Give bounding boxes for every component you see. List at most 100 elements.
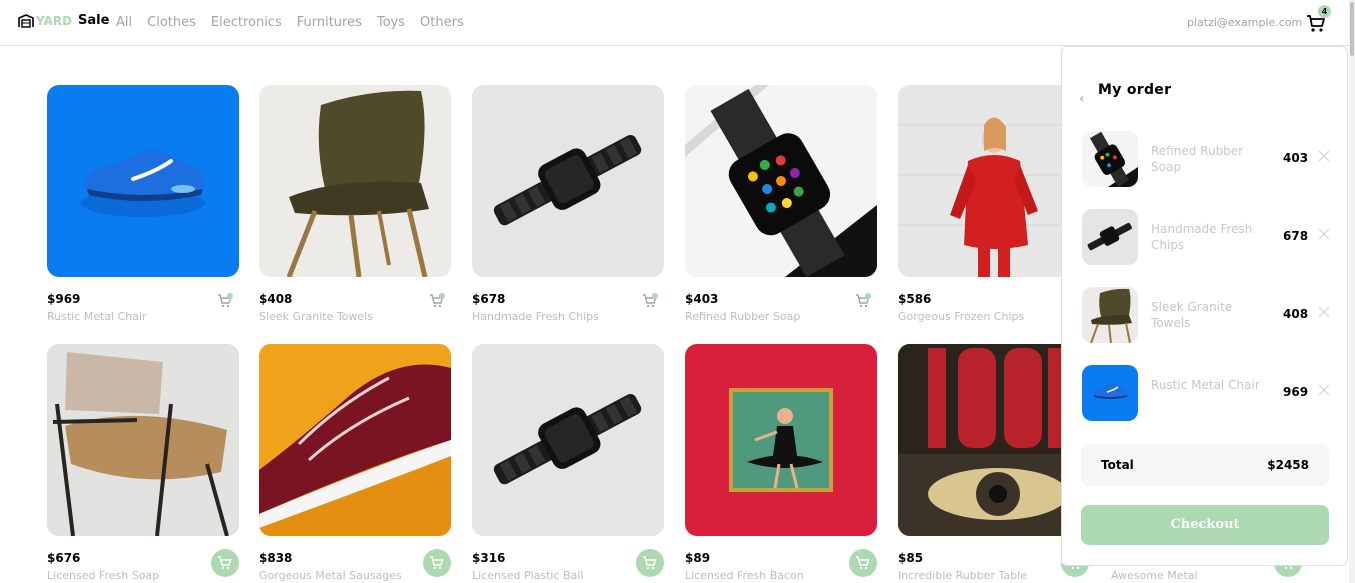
order-item-name: Handmade Fresh Chips	[1151, 222, 1253, 252]
added-to-cart-button[interactable]	[217, 293, 233, 309]
add-to-cart-icon	[856, 556, 870, 570]
add-to-cart-button[interactable]	[211, 549, 239, 577]
remove-item-close-icon[interactable]	[1318, 228, 1330, 240]
product-card[interactable]: $403 Refined Rubber Soap	[685, 85, 878, 323]
added-to-cart-button[interactable]	[642, 293, 658, 309]
order-item: Sleek Granite Towels 408	[1082, 287, 1332, 345]
product-card[interactable]: $678 Handmade Fresh Chips	[472, 85, 665, 323]
order-item: Refined Rubber Soap 403	[1082, 131, 1332, 189]
total-label: Total	[1101, 458, 1134, 472]
add-to-cart-icon	[643, 556, 657, 570]
checkout-button[interactable]: Checkout	[1081, 505, 1329, 545]
product-price: $316	[472, 551, 506, 565]
black-watch-image	[493, 393, 642, 485]
album-cover-image	[729, 388, 833, 492]
add-to-cart-button[interactable]	[849, 549, 877, 577]
store-icon	[18, 13, 34, 28]
product-price: $678	[472, 292, 506, 306]
navbar: YARD Sale All Clothes Electronics Furnit…	[0, 0, 1355, 46]
order-item-name: Rustic Metal Chair	[1151, 378, 1260, 392]
logo[interactable]: YARD Sale	[18, 13, 109, 28]
product-image[interactable]	[472, 344, 664, 536]
add-to-cart-icon	[218, 556, 232, 570]
leather-chair-image	[47, 344, 239, 536]
order-item-thumbnail	[1082, 131, 1138, 187]
added-to-cart-button[interactable]	[429, 293, 445, 309]
total-value: $2458	[1267, 458, 1309, 472]
blue-sneaker-image	[81, 149, 205, 217]
order-item-price: 678	[1283, 229, 1309, 243]
product-name: Gorgeous Frozen Chips	[898, 310, 1025, 323]
order-item-price: 408	[1283, 307, 1309, 321]
product-card[interactable]: $969 Rustic Metal Chair	[47, 85, 240, 323]
scrollbar-track[interactable]	[1349, 0, 1355, 583]
add-to-cart-icon	[430, 556, 444, 570]
order-total: Total $2458	[1081, 444, 1329, 486]
remove-item-close-icon[interactable]	[1318, 384, 1330, 396]
product-card[interactable]: $316 Licensed Plastic Ball	[472, 344, 665, 582]
product-image[interactable]	[47, 344, 239, 536]
order-item-price: 403	[1283, 151, 1309, 165]
product-price: $403	[685, 292, 719, 306]
product-name: Rustic Metal Chair	[47, 310, 147, 323]
cart-check-icon	[856, 293, 871, 308]
product-name: Gorgeous Metal Sausages	[259, 569, 402, 582]
nav-link-toys[interactable]: Toys	[377, 15, 405, 30]
product-name: Handmade Fresh Chips	[472, 310, 599, 323]
nav-link-furnitures[interactable]: Furnitures	[297, 15, 362, 30]
black-watch-image	[493, 134, 642, 226]
product-price: $676	[47, 551, 81, 565]
product-price: $408	[259, 292, 293, 306]
added-to-cart-button[interactable]	[855, 293, 871, 309]
cart-check-icon	[430, 293, 445, 308]
product-image[interactable]	[472, 85, 664, 277]
order-item-thumbnail	[1082, 209, 1138, 265]
brown-chair-image	[286, 90, 429, 277]
nav-link-others[interactable]: Others	[420, 15, 464, 30]
nav-link-electronics[interactable]: Electronics	[211, 15, 282, 30]
order-panel: ‹ My order Refined Rubber Soap 403 Handm…	[1061, 46, 1348, 566]
product-image[interactable]	[259, 344, 451, 536]
product-name: Refined Rubber Soap	[685, 310, 801, 323]
product-name: Incredible Rubber Table	[898, 569, 1027, 582]
product-price: $969	[47, 292, 81, 306]
product-card[interactable]: $89 Licensed Fresh Bacon	[685, 344, 878, 582]
product-price: $586	[898, 292, 932, 306]
remove-item-close-icon[interactable]	[1318, 150, 1330, 162]
cart-check-icon	[218, 293, 233, 308]
blue-sneaker-thumbnail	[1093, 383, 1129, 399]
nav-link-all[interactable]: All	[116, 15, 132, 30]
smart-watch-image	[685, 85, 877, 277]
brown-chair-thumbnail	[1090, 288, 1132, 343]
add-to-cart-button[interactable]	[636, 549, 664, 577]
order-item-name: Sleek Granite Towels	[1151, 300, 1233, 330]
logo-text-sale: Sale	[78, 13, 110, 28]
order-item-price: 969	[1283, 385, 1309, 399]
back-chevron-icon[interactable]: ‹	[1079, 91, 1085, 107]
scrollbar-thumb[interactable]	[1350, 2, 1354, 56]
product-name: Licensed Plastic Ball	[472, 569, 584, 582]
product-price: $85	[898, 551, 924, 565]
order-item: Rustic Metal Chair 969	[1082, 365, 1332, 423]
order-item: Handmade Fresh Chips 678	[1082, 209, 1332, 267]
cart-button[interactable]: 4	[1305, 5, 1331, 34]
product-card[interactable]: $838 Gorgeous Metal Sausages	[259, 344, 452, 582]
cart-check-icon	[643, 293, 658, 308]
cart-count-badge: 4	[1318, 5, 1331, 18]
product-name: Licensed Fresh Soap	[47, 569, 160, 582]
product-image[interactable]	[259, 85, 451, 277]
product-price: $838	[259, 551, 293, 565]
product-name: Awesome Metal	[1111, 569, 1198, 582]
order-item-thumbnail	[1082, 287, 1138, 343]
product-image[interactable]	[47, 85, 239, 277]
add-to-cart-button[interactable]	[423, 549, 451, 577]
black-watch-thumbnail	[1087, 222, 1132, 251]
user-email[interactable]: platzi@example.com	[1187, 16, 1302, 29]
product-image[interactable]	[685, 344, 877, 536]
smart-watch-thumbnail	[1089, 131, 1138, 187]
product-card[interactable]: $408 Sleek Granite Towels	[259, 85, 452, 323]
remove-item-close-icon[interactable]	[1318, 306, 1330, 318]
nav-link-clothes[interactable]: Clothes	[147, 15, 196, 30]
product-image[interactable]	[685, 85, 877, 277]
product-card[interactable]: $676 Licensed Fresh Soap	[47, 344, 240, 582]
